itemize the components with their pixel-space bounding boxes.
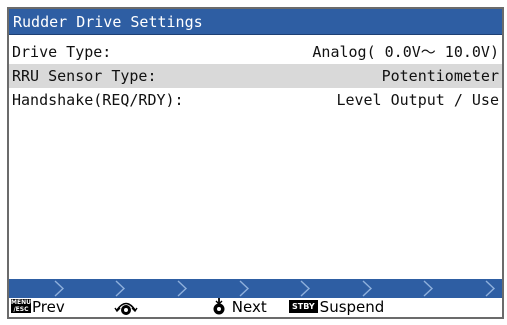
suspend-softkey[interactable]: STBY Suspend bbox=[289, 298, 384, 317]
step-chevron bbox=[300, 280, 311, 297]
setting-value: Potentiometer bbox=[381, 67, 499, 85]
next-label: Next bbox=[231, 298, 267, 316]
setting-row-rru-sensor-type[interactable]: RRU Sensor Type: Potentiometer bbox=[9, 64, 502, 88]
knob-push-icon bbox=[213, 298, 225, 315]
step-chevron bbox=[423, 280, 434, 297]
setting-label: Handshake(REQ/RDY): bbox=[12, 91, 184, 109]
setting-label: Drive Type: bbox=[12, 43, 112, 61]
setting-row-handshake[interactable]: Handshake(REQ/RDY): Level Output / Use bbox=[9, 88, 502, 112]
esc-key-text: /ESC bbox=[13, 306, 29, 313]
prev-softkey[interactable]: MENU /ESC Prev bbox=[11, 298, 65, 317]
step-chevron bbox=[115, 280, 126, 297]
stby-key-icon: STBY bbox=[289, 299, 318, 313]
rotary-knob-icon[interactable] bbox=[113, 298, 139, 317]
suspend-label: Suspend bbox=[319, 298, 385, 316]
step-chevron bbox=[239, 280, 250, 297]
step-chevron bbox=[485, 280, 496, 297]
rotary-knob-svg bbox=[114, 302, 138, 315]
prev-label: Prev bbox=[32, 298, 65, 316]
menu-key-text: MENU bbox=[11, 299, 31, 306]
step-chevron bbox=[362, 280, 373, 297]
setting-label: RRU Sensor Type: bbox=[12, 67, 157, 85]
step-chevron bbox=[177, 280, 188, 297]
next-softkey[interactable]: Next bbox=[211, 298, 267, 317]
setting-value: Analog( 0.0V〜 10.0V) bbox=[312, 43, 499, 61]
screen: Rudder Drive Settings Drive Type: Analog… bbox=[0, 0, 507, 325]
menu-esc-key-icon: MENU /ESC bbox=[11, 299, 31, 313]
step-progress-bar bbox=[9, 279, 502, 298]
page-title: Rudder Drive Settings bbox=[9, 9, 502, 35]
setting-value: Level Output / Use bbox=[336, 91, 499, 109]
step-progress-chevrons bbox=[54, 280, 496, 297]
setting-row-drive-type[interactable]: Drive Type: Analog( 0.0V〜 10.0V) bbox=[9, 40, 502, 64]
settings-panel: Rudder Drive Settings Drive Type: Analog… bbox=[7, 7, 504, 319]
step-chevron bbox=[54, 280, 65, 297]
softkey-footer: MENU /ESC Prev Next STBY Suspend bbox=[9, 298, 502, 317]
